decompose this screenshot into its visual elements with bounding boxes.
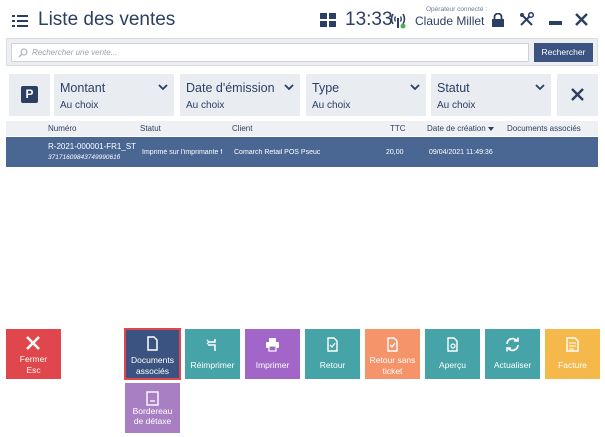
invoice-icon bbox=[566, 337, 579, 352]
connection-signal-icon bbox=[390, 13, 406, 29]
operator-name: Claude Millet bbox=[415, 14, 485, 28]
printer-icon bbox=[266, 338, 279, 352]
column-header-numero[interactable]: Numéro bbox=[48, 124, 76, 133]
close-button-label: Fermer bbox=[19, 354, 48, 364]
column-header-client[interactable]: Client bbox=[232, 124, 252, 133]
sales-table: Numéro Statut Client TTC Date de créatio… bbox=[6, 121, 598, 326]
document-return-icon bbox=[327, 337, 338, 352]
associated-documents-button[interactable]: Documents associés bbox=[124, 328, 181, 380]
invoice-button[interactable]: Facture bbox=[545, 329, 600, 379]
tax-free-form-button[interactable]: Bordereau de détaxe bbox=[125, 383, 180, 433]
preview-icon bbox=[447, 337, 458, 352]
cell-client: Comarch Retail POS Pseuc bbox=[234, 149, 320, 156]
refresh-button[interactable]: Actualiser bbox=[485, 329, 540, 379]
cell-date: 09/04/2021 11:49:36 bbox=[429, 149, 493, 156]
close-icon bbox=[571, 88, 584, 101]
preview-button[interactable]: Aperçu bbox=[425, 329, 480, 379]
refresh-icon bbox=[506, 337, 519, 352]
title-bar: Liste des ventes 13:33 Opérateur connect… bbox=[0, 0, 605, 40]
page-title: Liste des ventes bbox=[38, 9, 176, 30]
tax-free-form-icon bbox=[146, 391, 159, 406]
invoice-label: Facture bbox=[558, 360, 587, 370]
refresh-label: Actualiser bbox=[493, 360, 532, 370]
cell-statut: Imprimé sur l'imprimante f bbox=[142, 149, 223, 156]
document-icon bbox=[147, 336, 158, 351]
reprint-button[interactable]: Réimprimer bbox=[185, 329, 240, 379]
cell-numero-sub: 3717160984374999061б bbox=[48, 154, 121, 161]
column-header-date-label: Date de création bbox=[427, 124, 486, 133]
filter-date-emission[interactable]: Date d'émission Au choix bbox=[180, 74, 300, 116]
tax-free-form-label: Bordereau de détaxe bbox=[132, 406, 173, 426]
filter-value: Au choix bbox=[186, 100, 225, 111]
clock: 13:33 bbox=[345, 9, 393, 30]
table-row[interactable]: R-2021-000001-FR1_ST 3717160984374999061… bbox=[6, 137, 598, 167]
chevron-down-icon bbox=[535, 84, 545, 91]
return-without-ticket-label: Retour sans ticket bbox=[369, 355, 416, 376]
cell-numero: R-2021-000001-FR1_ST bbox=[48, 142, 137, 151]
operator-label: Opérateur connecté : bbox=[426, 6, 488, 13]
return-button[interactable]: Retour bbox=[305, 329, 360, 379]
reprint-icon bbox=[206, 339, 216, 351]
column-header-date[interactable]: Date de création bbox=[427, 124, 494, 133]
chevron-down-icon bbox=[284, 84, 294, 91]
parked-sales-button[interactable]: P bbox=[9, 74, 50, 116]
layout-grid-icon[interactable] bbox=[320, 13, 336, 27]
filter-statut[interactable]: Statut Au choix bbox=[431, 74, 551, 116]
filter-value: Au choix bbox=[60, 100, 99, 111]
parking-icon: P bbox=[21, 86, 38, 103]
filter-label: Type bbox=[312, 81, 340, 95]
search-button[interactable]: Rechercher bbox=[534, 43, 593, 62]
close-icon bbox=[26, 336, 40, 350]
associated-documents-label: Documents associés bbox=[131, 355, 174, 376]
return-label: Retour bbox=[319, 360, 346, 370]
search-input[interactable]: Rechercher une vente... bbox=[11, 43, 529, 62]
chevron-down-icon bbox=[410, 84, 420, 91]
filter-value: Au choix bbox=[437, 100, 476, 111]
filter-value: Au choix bbox=[312, 100, 351, 111]
filter-bar: P Montant Au choix Date d'émission Au ch… bbox=[6, 70, 598, 118]
filter-montant[interactable]: Montant Au choix bbox=[54, 74, 174, 116]
filter-label: Statut bbox=[437, 81, 470, 95]
menu-icon[interactable] bbox=[12, 14, 28, 28]
clear-filters-button[interactable] bbox=[557, 74, 598, 116]
column-header-ttc[interactable]: TTC bbox=[390, 124, 406, 133]
table-header: Numéro Statut Client TTC Date de créatio… bbox=[6, 121, 598, 136]
cell-ttc: 20,00 bbox=[386, 149, 404, 156]
sort-descending-icon bbox=[487, 126, 494, 131]
chevron-down-icon bbox=[158, 84, 168, 91]
minimize-icon[interactable] bbox=[549, 21, 562, 25]
column-header-documents[interactable]: Documents associés bbox=[507, 124, 581, 133]
search-icon bbox=[18, 48, 28, 58]
document-return-icon bbox=[387, 337, 398, 352]
tools-icon[interactable] bbox=[519, 12, 534, 27]
column-header-statut[interactable]: Statut bbox=[140, 124, 161, 133]
close-window-icon[interactable] bbox=[574, 12, 589, 27]
reprint-label: Réimprimer bbox=[190, 360, 235, 370]
filter-label: Date d'émission bbox=[186, 81, 275, 95]
close-button-shortcut: Esc bbox=[26, 365, 41, 375]
close-button[interactable]: Fermer Esc bbox=[6, 329, 61, 379]
preview-label: Aperçu bbox=[439, 360, 466, 370]
search-placeholder: Rechercher une vente... bbox=[32, 48, 118, 57]
return-without-ticket-button[interactable]: Retour sans ticket bbox=[365, 329, 420, 379]
print-button[interactable]: Imprimer bbox=[245, 329, 300, 379]
print-label: Imprimer bbox=[255, 360, 290, 370]
filter-label: Montant bbox=[60, 81, 106, 95]
lock-icon[interactable] bbox=[491, 13, 505, 27]
filter-type[interactable]: Type Au choix bbox=[306, 74, 426, 116]
search-bar: Rechercher une vente... Rechercher bbox=[6, 38, 598, 66]
